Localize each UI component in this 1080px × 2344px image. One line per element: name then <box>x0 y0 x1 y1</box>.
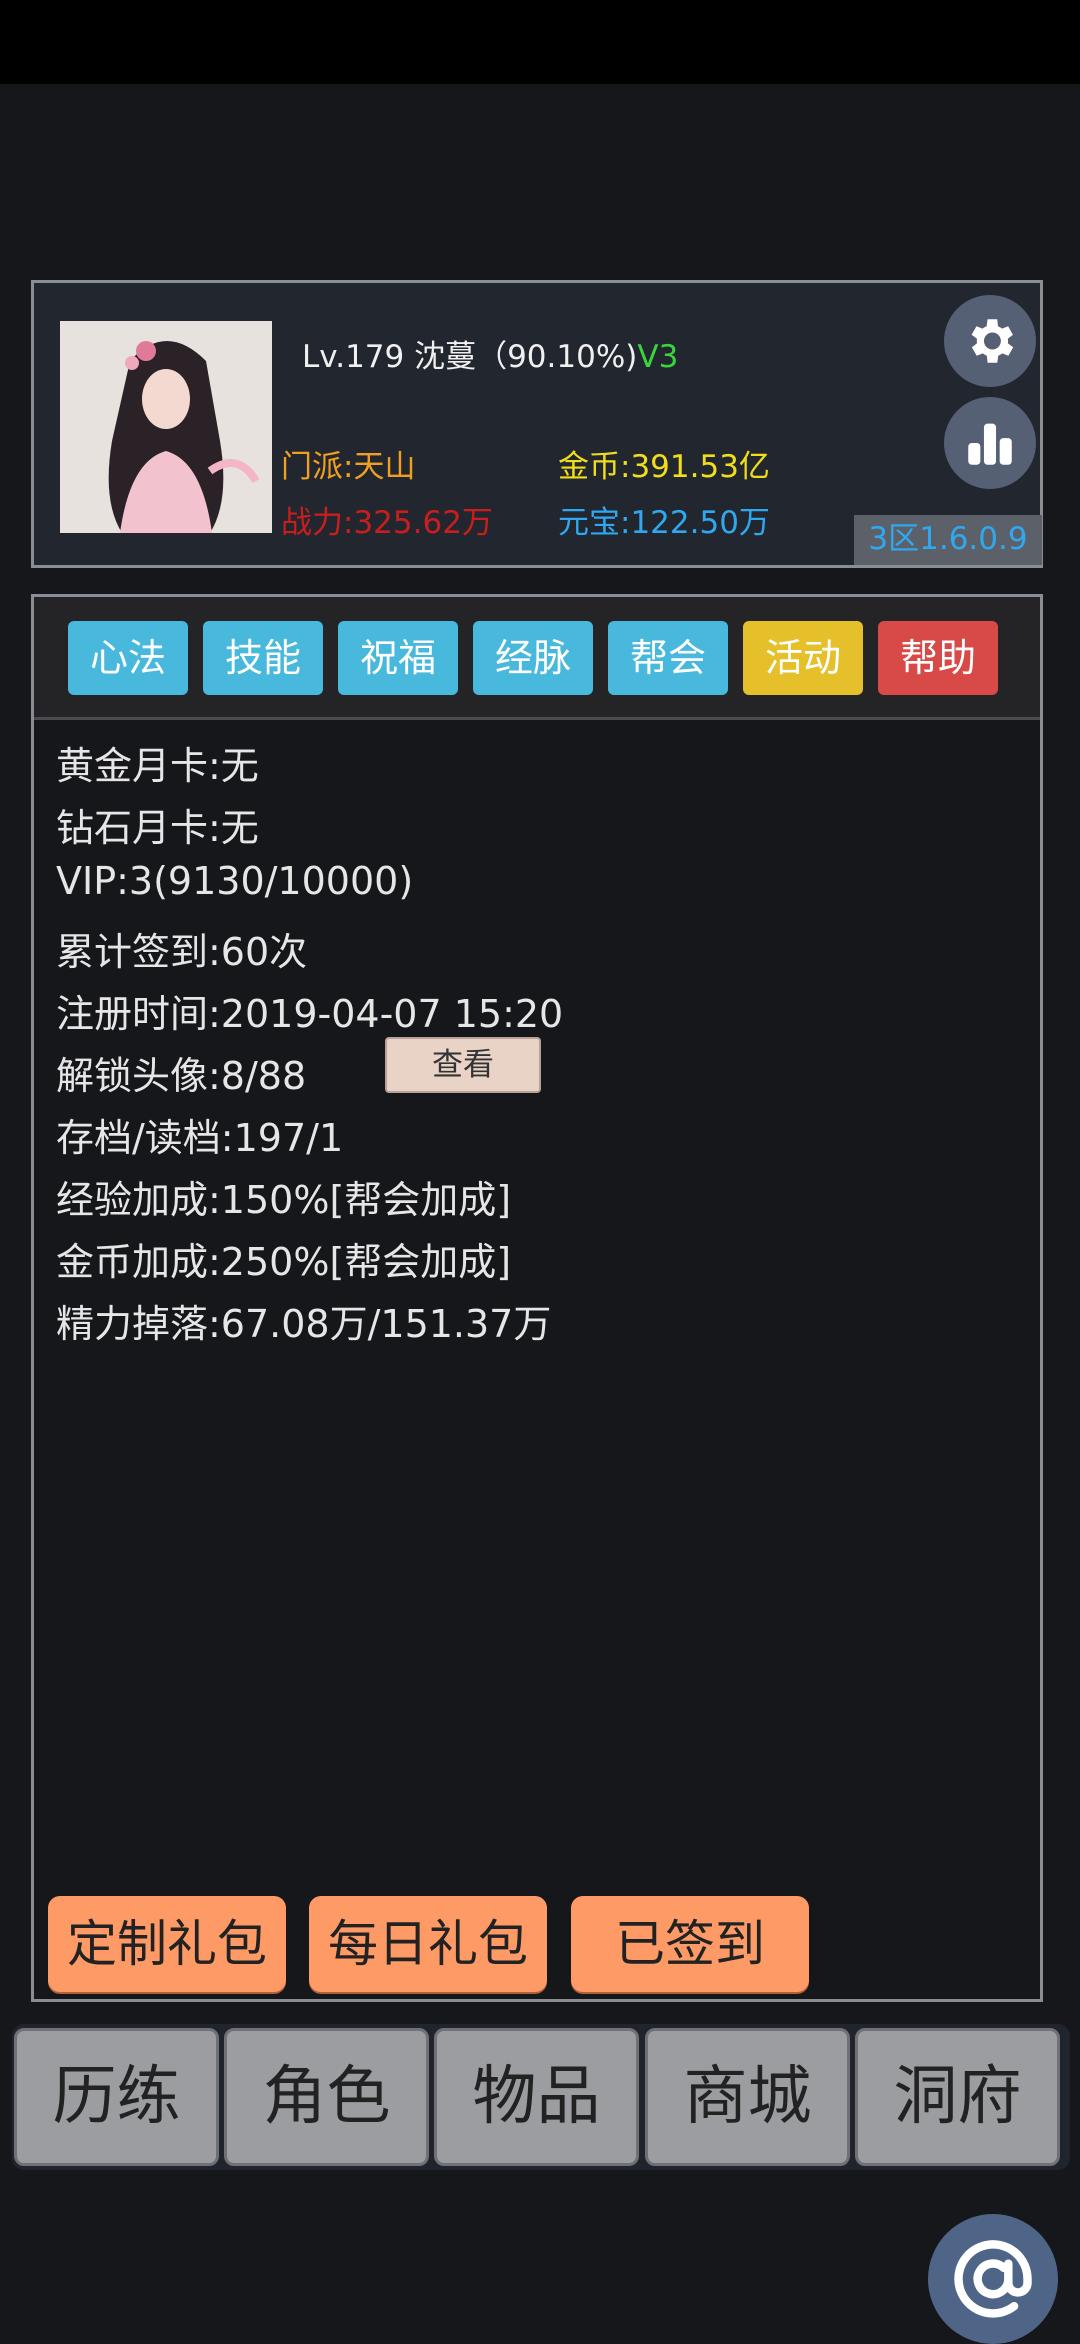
at-sign-icon <box>954 2240 1032 2318</box>
diamond-monthly-card: 钻石月卡:无 <box>56 806 259 850</box>
custom-gift-button[interactable]: 定制礼包 <box>48 1896 286 1992</box>
ingot-text: 元宝:122.50万 <box>558 505 770 541</box>
nav-cave[interactable]: 洞府 <box>855 2028 1060 2166</box>
tab-events[interactable]: 活动 <box>743 621 863 695</box>
gold-bonus: 金币加成:250%[帮会加成] <box>56 1240 512 1284</box>
status-bar <box>0 0 1080 84</box>
daily-gift-button[interactable]: 每日礼包 <box>309 1896 547 1992</box>
player-name-level: Lv.179 沈蔓（90.10%)V3 <box>302 331 678 376</box>
gear-icon <box>971 319 1014 363</box>
gold-monthly-card: 黄金月卡:无 <box>56 744 259 788</box>
tab-skills[interactable]: 技能 <box>203 621 323 695</box>
save-load-count: 存档/读档:197/1 <box>56 1116 344 1160</box>
level-name-text: Lv.179 沈蔓（90.10%) <box>302 339 638 375</box>
sect-text: 门派:天山 <box>281 449 416 485</box>
tab-bar: 心法 技能 祝福 经脉 帮会 活动 帮助 <box>34 597 1040 720</box>
nav-character[interactable]: 角色 <box>224 2028 429 2166</box>
gold-text: 金币:391.53亿 <box>558 449 770 485</box>
tab-blessing[interactable]: 祝福 <box>338 621 458 695</box>
ranking-button[interactable] <box>944 397 1036 489</box>
main-panel: 心法 技能 祝福 经脉 帮会 活动 帮助 黄金月卡:无 钻石月卡:无 VIP:3… <box>31 594 1043 2002</box>
nav-items[interactable]: 物品 <box>434 2028 639 2166</box>
bar-chart-icon <box>968 423 1012 465</box>
tab-help[interactable]: 帮助 <box>878 621 998 695</box>
server-version: 3区1.6.0.9 <box>854 515 1042 565</box>
profile-panel: Lv.179 沈蔓（90.10%)V3 门派:天山 战力:325.62万 金币:… <box>31 280 1043 568</box>
view-avatars-button[interactable]: 查看 <box>385 1037 541 1093</box>
at-floating-button[interactable] <box>928 2214 1058 2344</box>
register-time: 注册时间:2019-04-07 15:20 <box>56 992 564 1036</box>
tab-guild[interactable]: 帮会 <box>608 621 728 695</box>
tab-xinfa[interactable]: 心法 <box>68 621 188 695</box>
vip-badge: V3 <box>637 339 679 375</box>
avatar[interactable] <box>60 321 272 533</box>
unlocked-avatars: 解锁头像:8/88 <box>56 1054 307 1098</box>
exp-bonus: 经验加成:150%[帮会加成] <box>56 1178 512 1222</box>
energy-drop: 精力掉落:67.08万/151.37万 <box>56 1302 552 1346</box>
power-text: 战力:325.62万 <box>281 505 493 541</box>
avatar-portrait <box>60 321 272 533</box>
settings-button[interactable] <box>944 295 1036 387</box>
nav-shop[interactable]: 商城 <box>645 2028 850 2166</box>
checked-in-button[interactable]: 已签到 <box>571 1896 809 1992</box>
bottom-nav: 历练 角色 物品 商城 洞府 <box>12 2024 1070 2170</box>
nav-training[interactable]: 历练 <box>14 2028 219 2166</box>
tab-meridians[interactable]: 经脉 <box>473 621 593 695</box>
total-checkins: 累计签到:60次 <box>56 930 308 974</box>
vip-progress: VIP:3(9130/10000) <box>56 859 414 903</box>
